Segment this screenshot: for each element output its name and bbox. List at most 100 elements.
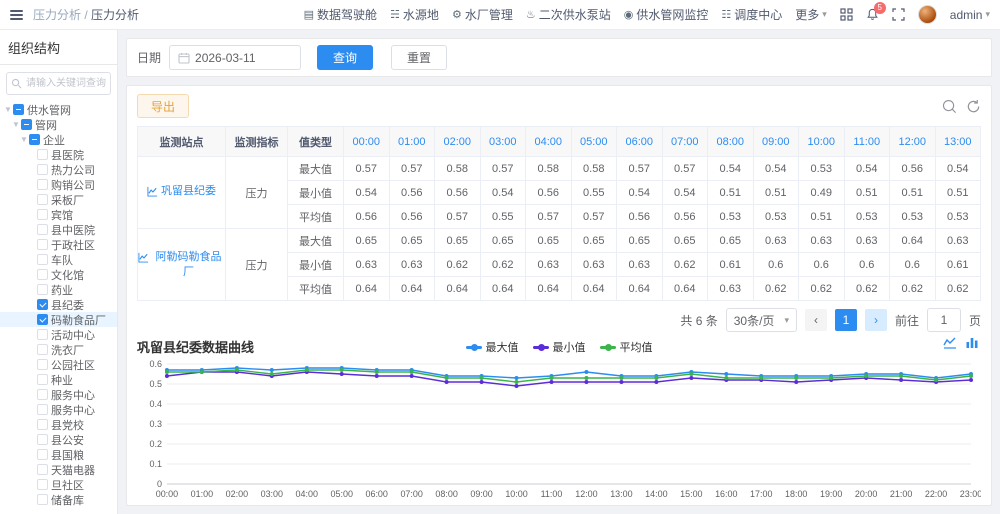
tree-node-label: 于政社区 xyxy=(51,239,95,252)
breadcrumb-root[interactable]: 压力分析 xyxy=(33,8,81,22)
value-cell: 0.64 xyxy=(616,276,663,301)
tree-checkbox[interactable] xyxy=(37,314,48,325)
tree-checkbox[interactable] xyxy=(37,389,48,400)
tree-checkbox[interactable] xyxy=(37,164,48,175)
caret-down-icon[interactable]: ▼ xyxy=(11,120,21,129)
tree-checkbox[interactable] xyxy=(37,359,48,370)
tree-node-旦社区[interactable]: 旦社区 xyxy=(0,477,117,492)
zoom-search-icon[interactable] xyxy=(942,99,957,114)
page-number-button[interactable]: 1 xyxy=(834,309,857,331)
notification-bell-icon[interactable]: 5 xyxy=(866,2,886,21)
tree-checkbox[interactable] xyxy=(37,239,48,250)
refresh-icon[interactable] xyxy=(966,99,981,114)
nav-item-供水管网监控[interactable]: ◉ 供水管网监控 xyxy=(624,6,709,23)
tree-checkbox[interactable] xyxy=(37,344,48,355)
tree-checkbox[interactable] xyxy=(37,434,48,445)
value-cell: 0.51 xyxy=(889,180,936,205)
legend-item-最大值[interactable]: 最大值 xyxy=(465,339,519,355)
value-cell: 0.64 xyxy=(343,276,390,301)
tree-node-县公安[interactable]: 县公安 xyxy=(0,432,117,447)
tree-checkbox[interactable] xyxy=(37,374,48,385)
tree-checkbox[interactable] xyxy=(37,254,48,265)
tree-node-采板厂[interactable]: 采板厂 xyxy=(0,192,117,207)
tree-node-宾馆[interactable]: 宾馆 xyxy=(0,207,117,222)
tree-node-服务中心[interactable]: 服务中心 xyxy=(0,402,117,417)
tree-checkbox[interactable] xyxy=(37,284,48,295)
tree-checkbox[interactable] xyxy=(37,149,48,160)
tree-checkbox[interactable] xyxy=(37,194,48,205)
tree-node-文化馆[interactable]: 文化馆 xyxy=(0,267,117,282)
export-button[interactable]: 导出 xyxy=(137,94,190,118)
tree-node-储备库[interactable]: 储备库 xyxy=(0,492,117,507)
user-avatar[interactable] xyxy=(917,5,937,24)
apps-grid-icon[interactable] xyxy=(840,8,853,21)
tree-node-车队[interactable]: 车队 xyxy=(0,252,117,267)
tree-checkbox[interactable] xyxy=(37,464,48,475)
tree-node-县中医院[interactable]: 县中医院 xyxy=(0,222,117,237)
filter-bar: 日期 2026-03-11 查询 重置 xyxy=(126,38,992,77)
tree-checkbox[interactable] xyxy=(29,134,40,145)
tree-node-县国粮[interactable]: 县国粮 xyxy=(0,447,117,462)
tree-checkbox[interactable] xyxy=(37,494,48,505)
value-cell: 0.54 xyxy=(752,156,799,181)
tree-node-购销公司[interactable]: 购销公司 xyxy=(0,177,117,192)
goto-page-input[interactable]: 1 xyxy=(926,308,961,332)
nav-item-数据驾驶舱[interactable]: ▤ 数据驾驶舱 xyxy=(304,6,377,23)
tree-checkbox[interactable] xyxy=(37,419,48,430)
tree-node-药业[interactable]: 药业 xyxy=(0,282,117,297)
nav-item-更多[interactable]: 更多 ▾ xyxy=(795,6,827,23)
line-chart-toggle-icon[interactable] xyxy=(943,336,957,354)
tree-node-码勒食品厂[interactable]: 码勒食品厂 xyxy=(0,312,117,327)
search-button[interactable]: 查询 xyxy=(317,45,374,70)
fullscreen-icon[interactable] xyxy=(892,8,905,21)
page-size-select[interactable]: 30条/页 ▾ xyxy=(725,308,797,332)
legend-item-平均值[interactable]: 平均值 xyxy=(599,339,653,355)
tree-checkbox[interactable] xyxy=(37,209,48,220)
tree-node-公园社区[interactable]: 公园社区 xyxy=(0,357,117,372)
tree-node-供水管网[interactable]: ▼ 供水管网 xyxy=(0,102,117,117)
bar-chart-toggle-icon[interactable] xyxy=(965,336,979,354)
next-page-button[interactable]: › xyxy=(864,309,887,331)
tree-checkbox[interactable] xyxy=(37,404,48,415)
col-header-hour: 06:00 xyxy=(616,126,663,157)
main-content: 日期 2026-03-11 查询 重置 导出 监测站点 监测指标 值类型 00:… xyxy=(118,30,1000,514)
tree-node-县医院[interactable]: 县医院 xyxy=(0,147,117,162)
tree-checkbox[interactable] xyxy=(37,449,48,460)
tree-checkbox[interactable] xyxy=(37,224,48,235)
reset-button[interactable]: 重置 xyxy=(391,45,448,70)
tree-node-活动中心[interactable]: 活动中心 xyxy=(0,327,117,342)
tree-checkbox[interactable] xyxy=(37,329,48,340)
prev-page-button[interactable]: ‹ xyxy=(804,309,827,331)
tree-node-县党校[interactable]: 县党校 xyxy=(0,417,117,432)
nav-item-水源地[interactable]: ☵ 水源地 xyxy=(390,6,439,23)
tree-node-企业[interactable]: ▼ 企业 xyxy=(0,132,117,147)
user-menu[interactable]: admin ▾ xyxy=(950,8,990,22)
tree-node-种业[interactable]: 种业 xyxy=(0,372,117,387)
tree-node-洗衣厂[interactable]: 洗衣厂 xyxy=(0,342,117,357)
tree-checkbox[interactable] xyxy=(13,104,24,115)
tree-checkbox[interactable] xyxy=(37,299,48,310)
tree-checkbox[interactable] xyxy=(21,119,32,130)
tree-node-热力公司[interactable]: 热力公司 xyxy=(0,162,117,177)
tree-node-于政社区[interactable]: 于政社区 xyxy=(0,237,117,252)
tree-checkbox[interactable] xyxy=(37,179,48,190)
caret-down-icon[interactable]: ▼ xyxy=(3,105,13,114)
date-picker-input[interactable]: 2026-03-11 xyxy=(169,45,302,70)
tree-node-县纪委[interactable]: 县纪委 xyxy=(0,297,117,312)
tree-checkbox[interactable] xyxy=(37,269,48,280)
station-link[interactable]: 阿勒码勒食品厂 xyxy=(138,250,225,279)
nav-item-二次供水泵站[interactable]: ♨ 二次供水泵站 xyxy=(526,6,611,23)
legend-item-最小值[interactable]: 最小值 xyxy=(532,339,586,355)
caret-down-icon[interactable]: ▼ xyxy=(19,135,29,144)
menu-collapse-icon[interactable] xyxy=(10,9,23,20)
tree-node-服务中心[interactable]: 服务中心 xyxy=(0,387,117,402)
tree-node-天猫电器[interactable]: 天猫电器 xyxy=(0,462,117,477)
goto-label: 前往 xyxy=(894,313,919,328)
pressure-line-chart[interactable]: 0 0.1 0.2 0.3 0.4 0.5 0.6 00:00 01:00 02:00 03:00 0… xyxy=(137,356,981,497)
tree-checkbox[interactable] xyxy=(37,479,48,490)
station-link[interactable]: 巩留县纪委 xyxy=(147,184,216,198)
nav-item-调度中心[interactable]: ☷ 调度中心 xyxy=(721,6,782,23)
nav-item-水厂管理[interactable]: ⚙ 水厂管理 xyxy=(452,6,513,23)
tree-node-管网[interactable]: ▼ 管网 xyxy=(0,117,117,132)
svg-text:12:00: 12:00 xyxy=(575,489,597,497)
